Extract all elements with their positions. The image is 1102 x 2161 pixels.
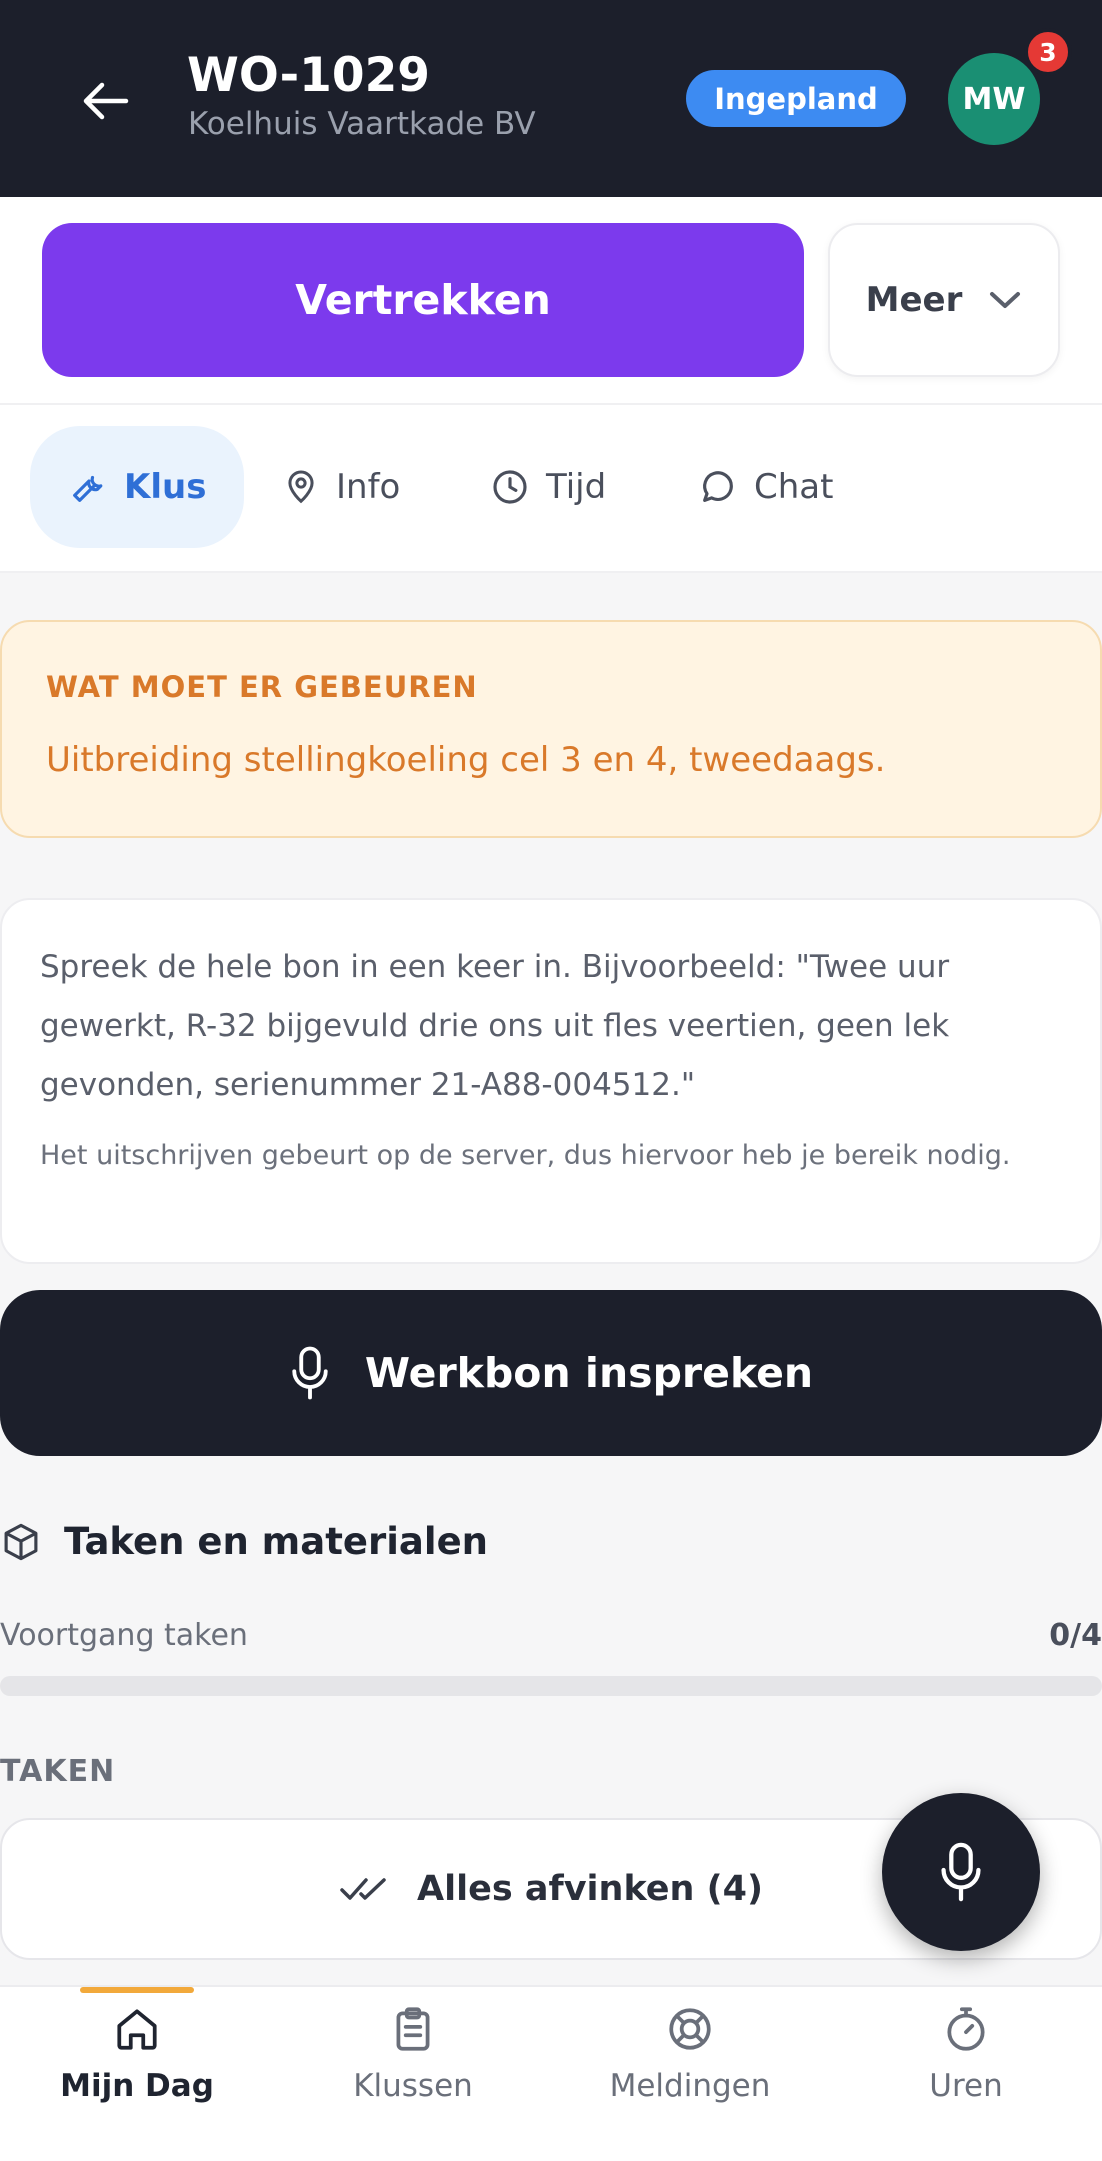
tab-label: Tijd (546, 467, 607, 507)
tab-label: Klus (124, 467, 207, 507)
nav-mijn-dag[interactable]: Mijn Dag (27, 2004, 247, 2104)
chat-bubble-icon (703, 471, 733, 502)
clock-icon (493, 470, 527, 504)
app-header (0, 0, 1102, 197)
voice-fab-button[interactable] (882, 1793, 1040, 1951)
tab-tijd[interactable]: Tijd (490, 426, 606, 548)
nav-klussen[interactable]: Klussen (303, 2004, 523, 2104)
customer-name: Koelhuis Vaartkade BV (188, 106, 536, 142)
dictate-workorder-button[interactable]: Werkbon inspreken (0, 1290, 1102, 1456)
nav-uren[interactable]: Uren (856, 2004, 1076, 2104)
wrench-icon (73, 475, 103, 502)
stopwatch-icon (947, 2007, 985, 2051)
chevron-down-icon (990, 292, 1021, 308)
progress-bar (0, 1676, 1102, 1696)
nav-meldingen[interactable]: Meldingen (580, 2004, 800, 2104)
nav-label: Meldingen (609, 2068, 771, 2104)
back-button[interactable] (70, 66, 140, 136)
map-pin-icon (288, 470, 314, 504)
more-button-label: Meer (865, 280, 963, 320)
work-description-text: Uitbreiding stellingkoeling cel 3 en 4, … (46, 740, 886, 780)
home-icon (117, 2009, 157, 2050)
depart-button[interactable]: Vertrekken (42, 223, 804, 377)
check-all-label: Alles afvinken (4) (417, 1869, 763, 1909)
tab-label: Chat (754, 467, 834, 507)
voice-instructions-note: Het uitschrijven gebeurt op de server, d… (40, 1140, 1011, 1171)
nav-label: Uren (929, 2068, 1003, 2104)
package-icon (4, 1523, 38, 1560)
more-button[interactable]: Meer (828, 223, 1060, 377)
tab-label: Info (336, 467, 401, 507)
microphone-icon (292, 1346, 328, 1400)
section-title: Taken en materialen (64, 1520, 489, 1563)
nav-label: Mijn Dag (60, 2068, 214, 2104)
page-title: WO-1029 (187, 48, 430, 103)
progress-value: 0/4 (1049, 1618, 1102, 1653)
tab-klus[interactable]: Klus (30, 426, 245, 548)
notification-badge: 3 (1024, 28, 1072, 76)
tasks-section-header: Taken en materialen (0, 1520, 488, 1563)
avatar[interactable]: MW (948, 53, 1040, 145)
status-badge: Ingepland (686, 70, 906, 127)
arrow-left-icon (83, 82, 129, 120)
tasks-list-label: TAKEN (0, 1754, 116, 1789)
dictate-button-label: Werkbon inspreken (364, 1349, 814, 1397)
nav-label: Klussen (353, 2068, 473, 2104)
work-description-card (0, 620, 1102, 838)
double-check-icon (340, 1878, 386, 1900)
active-nav-indicator (80, 1987, 194, 1993)
lifebuoy-icon (669, 2008, 711, 2050)
tab-info[interactable]: Info (282, 426, 400, 548)
tab-chat[interactable]: Chat (698, 426, 833, 548)
microphone-icon (941, 1842, 981, 1902)
clipboard-icon (396, 2007, 430, 2051)
progress-label: Voortgang taken (0, 1618, 248, 1653)
voice-instructions-text: Spreek de hele bon in een keer in. Bijvo… (40, 949, 950, 1103)
work-description-label: WAT MOET ER GEBEUREN (46, 670, 478, 704)
